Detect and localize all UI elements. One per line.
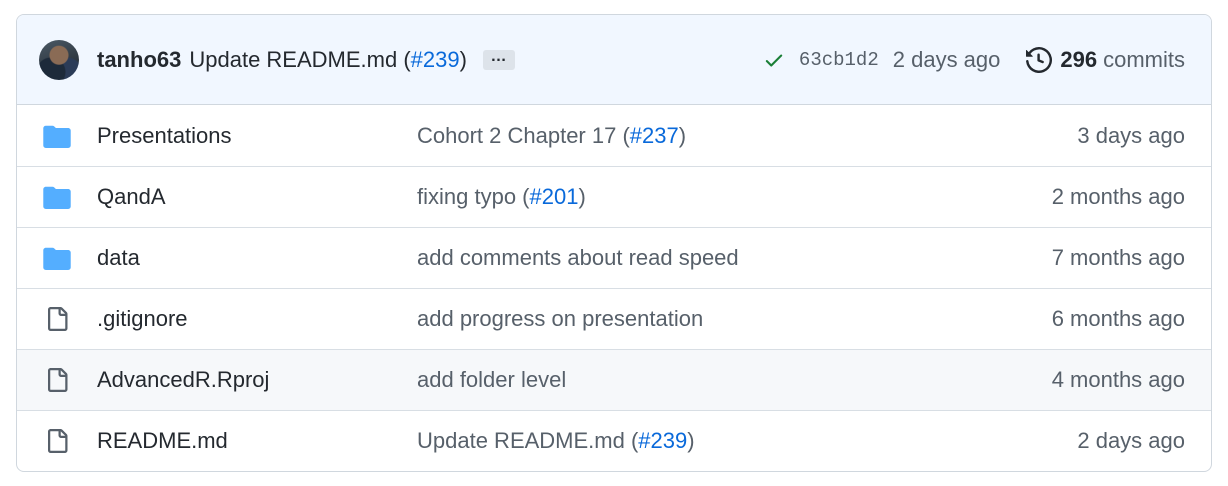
file-name-link[interactable]: data xyxy=(97,245,417,271)
row-commit-message[interactable]: Update README.md (#239) xyxy=(417,428,945,454)
row-pr-link[interactable]: #239 xyxy=(638,428,687,453)
check-icon[interactable] xyxy=(763,49,785,71)
folder-icon xyxy=(17,124,97,148)
row-commit-message-text[interactable]: add progress on presentation xyxy=(417,306,703,331)
avatar[interactable] xyxy=(39,39,79,80)
row-commit-age[interactable]: 2 days ago xyxy=(945,428,1211,454)
row-commit-message-text[interactable]: Update README.md ( xyxy=(417,428,638,453)
commit-author[interactable]: tanho63 xyxy=(97,47,181,73)
file-row[interactable]: data add comments about read speed 7 month… xyxy=(17,227,1211,288)
file-row[interactable]: AdvancedR.Rproj add folder level 4 months … xyxy=(17,349,1211,410)
row-commit-message[interactable]: add folder level xyxy=(417,367,945,393)
row-pr-link[interactable]: #237 xyxy=(630,123,679,148)
row-commit-message[interactable]: Cohort 2 Chapter 17 (#237) xyxy=(417,123,945,149)
commit-pr-link[interactable]: #239 xyxy=(411,47,460,72)
commits-label: commits xyxy=(1103,46,1185,72)
file-icon xyxy=(17,366,97,394)
row-commit-age[interactable]: 4 months ago xyxy=(945,367,1211,393)
commit-message[interactable]: Update README.md (#239) xyxy=(189,47,467,73)
file-list: Presentations Cohort 2 Chapter 17 (#237) 3… xyxy=(17,105,1211,471)
file-row[interactable]: README.md Update README.md (#239) 2 days a… xyxy=(17,410,1211,471)
commit-date[interactable]: 2 days ago xyxy=(893,47,1001,73)
row-commit-age[interactable]: 7 months ago xyxy=(945,245,1211,271)
row-commit-message[interactable]: add progress on presentation xyxy=(417,306,945,332)
row-commit-message[interactable]: fixing typo (#201) xyxy=(417,184,945,210)
commit-sha[interactable]: 63cb1d2 xyxy=(799,49,879,71)
file-row[interactable]: Presentations Cohort 2 Chapter 17 (#237) 3… xyxy=(17,105,1211,166)
row-commit-message-text[interactable]: Cohort 2 Chapter 17 ( xyxy=(417,123,630,148)
file-name-link[interactable]: AdvancedR.Rproj xyxy=(97,367,417,393)
folder-icon xyxy=(17,185,97,209)
folder-icon xyxy=(17,246,97,270)
file-row[interactable]: QandA fixing typo (#201) 2 months ago xyxy=(17,166,1211,227)
commit-message-suffix: ) xyxy=(459,46,467,72)
row-message-suffix: ) xyxy=(687,428,695,453)
commits-link[interactable]: 296 commits xyxy=(1026,46,1185,73)
file-name-link[interactable]: README.md xyxy=(97,428,417,454)
commit-count: 296 xyxy=(1060,46,1098,72)
row-commit-age[interactable]: 6 months ago xyxy=(945,306,1211,332)
commit-message-text[interactable]: Update README.md ( xyxy=(189,47,410,72)
file-name-link[interactable]: .gitignore xyxy=(97,306,417,332)
file-name-link[interactable]: Presentations xyxy=(97,123,417,149)
row-commit-message-text[interactable]: add comments about read speed xyxy=(417,245,739,270)
row-commit-age[interactable]: 3 days ago xyxy=(945,123,1211,149)
file-row[interactable]: .gitignore add progress on presentation 6 … xyxy=(17,288,1211,349)
file-icon xyxy=(17,305,97,333)
file-browser: tanho63 Update README.md (#239) … 63cb1d… xyxy=(16,14,1212,472)
row-commit-age[interactable]: 2 months ago xyxy=(945,184,1211,210)
expand-message-button[interactable]: … xyxy=(482,48,515,70)
history-icon xyxy=(1026,46,1053,73)
row-commit-message-text[interactable]: fixing typo ( xyxy=(417,184,530,209)
latest-commit-bar: tanho63 Update README.md (#239) … 63cb1d… xyxy=(17,15,1211,105)
file-name-link[interactable]: QandA xyxy=(97,184,417,210)
row-commit-message-text[interactable]: add folder level xyxy=(417,367,566,392)
row-message-suffix: ) xyxy=(678,122,687,148)
file-icon xyxy=(17,427,97,455)
row-message-suffix: ) xyxy=(578,184,586,209)
row-commit-message[interactable]: add comments about read speed xyxy=(417,245,945,271)
row-pr-link[interactable]: #201 xyxy=(530,184,579,209)
